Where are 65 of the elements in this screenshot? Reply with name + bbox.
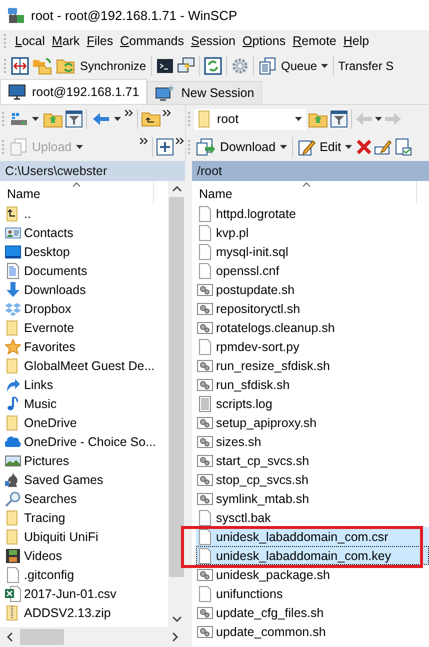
file-row[interactable]: kvp.pl bbox=[196, 223, 429, 242]
file-row[interactable]: update_cfg_files.sh bbox=[196, 603, 429, 622]
file-row[interactable]: Links bbox=[4, 375, 168, 394]
file-row[interactable]: rpmdev-sort.py bbox=[196, 337, 429, 356]
file-row[interactable]: Downloads bbox=[4, 280, 168, 299]
file-row[interactable]: 2017-Jun-01.csv bbox=[4, 584, 168, 603]
menu-item[interactable]: Session bbox=[191, 34, 236, 48]
file-row[interactable]: Tracing bbox=[4, 508, 168, 527]
file-row[interactable]: Documents bbox=[4, 261, 168, 280]
column-header[interactable]: Name bbox=[0, 181, 154, 204]
path-header: /root bbox=[192, 161, 429, 181]
file-row[interactable]: Contacts bbox=[4, 223, 168, 242]
file-row[interactable]: symlink_mtab.sh bbox=[196, 489, 429, 508]
file-row[interactable]: run_sfdisk.sh bbox=[196, 375, 429, 394]
menu-item[interactable]: Help bbox=[343, 34, 370, 48]
menu-item[interactable]: Commands bbox=[120, 34, 184, 48]
edit-button[interactable]: Edit bbox=[296, 138, 354, 156]
file-row[interactable]: Music bbox=[4, 394, 168, 413]
file-row[interactable]: .. bbox=[4, 204, 168, 223]
menu-item[interactable]: Local bbox=[15, 34, 45, 48]
file-row[interactable]: Searches bbox=[4, 489, 168, 508]
column-header[interactable]: Name bbox=[192, 181, 417, 204]
file-row[interactable]: scripts.log bbox=[196, 394, 429, 413]
file-row[interactable]: setup_apiproxy.sh bbox=[196, 413, 429, 432]
file-row[interactable]: ADDSV2.13.zip bbox=[4, 603, 168, 622]
file-row[interactable]: stop_cp_svcs.sh bbox=[196, 470, 429, 489]
session-tab[interactable]: New Session bbox=[147, 81, 262, 104]
file-row[interactable]: httpd.logrotate bbox=[196, 204, 429, 223]
file-row[interactable]: unifunctions bbox=[196, 584, 429, 603]
path-dropdown[interactable]: root bbox=[194, 108, 306, 130]
file-row[interactable]: Pictures bbox=[4, 451, 168, 470]
synchronize-button[interactable]: Synchronize bbox=[55, 57, 148, 75]
file-row[interactable]: sizes.sh bbox=[196, 432, 429, 451]
file-row[interactable]: sysctl.bak bbox=[196, 508, 429, 527]
path-header: C:\Users\cwebster bbox=[0, 161, 185, 181]
file-row[interactable]: Desktop bbox=[4, 242, 168, 261]
window-title: root - root@192.168.1.71 - WinSCP bbox=[31, 8, 238, 22]
file-row[interactable]: Videos bbox=[4, 546, 168, 565]
menu-item[interactable]: Files bbox=[86, 34, 114, 48]
file-row[interactable]: GlobalMeet Guest De... bbox=[4, 356, 168, 375]
file-row[interactable]: Ubiquiti UniFi bbox=[4, 527, 168, 546]
file-row[interactable]: postupdate.sh bbox=[196, 280, 429, 299]
file-row[interactable]: Evernote bbox=[4, 318, 168, 337]
file-row[interactable]: run_resize_sfdisk.sh bbox=[196, 356, 429, 375]
menu-item[interactable]: Mark bbox=[52, 34, 80, 48]
file-row[interactable]: rotatelogs.cleanup.sh bbox=[196, 318, 429, 337]
download-button[interactable]: Download bbox=[194, 138, 289, 156]
file-row[interactable]: update_common.sh bbox=[196, 622, 429, 641]
file-row[interactable]: unidesk_package.sh bbox=[196, 565, 429, 584]
file-row[interactable]: OneDrive bbox=[4, 413, 168, 432]
session-tab[interactable]: root@192.168.1.71 bbox=[0, 79, 148, 104]
file-row[interactable]: OneDrive - Choice So... bbox=[4, 432, 168, 451]
file-row[interactable]: .gitconfig bbox=[4, 565, 168, 584]
file-row[interactable]: Saved Games bbox=[4, 470, 168, 489]
menu-item[interactable]: Remote bbox=[292, 34, 336, 48]
file-row[interactable]: repositoryctl.sh bbox=[196, 299, 429, 318]
transfer-settings-label[interactable]: Transfer S bbox=[338, 59, 394, 73]
file-row[interactable]: mysql-init.sql bbox=[196, 242, 429, 261]
menu-item[interactable]: Options bbox=[242, 34, 286, 48]
file-row[interactable]: Favorites bbox=[4, 337, 168, 356]
file-row[interactable]: start_cp_svcs.sh bbox=[196, 451, 429, 470]
queue-button[interactable]: Queue bbox=[258, 57, 330, 75]
file-row[interactable]: Dropbox bbox=[4, 299, 168, 318]
file-row[interactable]: openssl.cnf bbox=[196, 261, 429, 280]
file-row[interactable]: unidesk_labaddomain_com.key bbox=[196, 546, 429, 565]
